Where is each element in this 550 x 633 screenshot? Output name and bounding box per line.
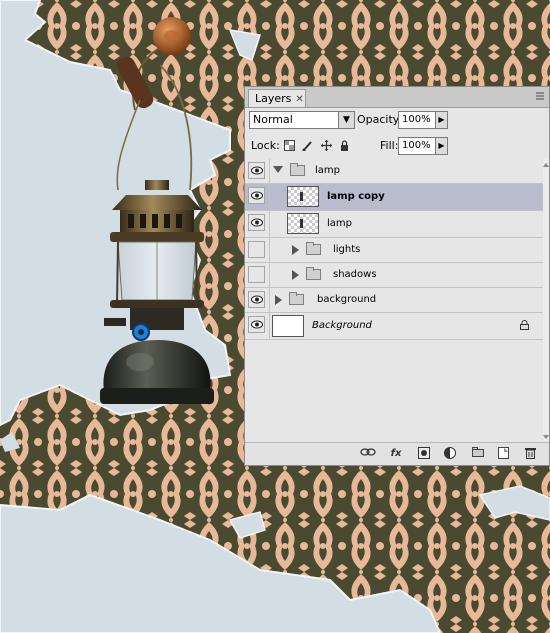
- layer-row-lights-group[interactable]: lights: [245, 238, 549, 263]
- layer-row-lamp-group[interactable]: lamp: [245, 159, 549, 184]
- folder-icon: [306, 242, 321, 255]
- new-group-icon[interactable]: [471, 447, 485, 461]
- folder-icon: [306, 267, 321, 280]
- layer-row-lamp-copy[interactable]: lamp copy: [245, 184, 549, 211]
- expand-arrow-icon[interactable]: [273, 166, 283, 173]
- blend-row: Normal ▼ Opacity: 100% ▶: [245, 108, 549, 132]
- folder-icon: [290, 163, 305, 176]
- layer-name: lights: [333, 244, 361, 255]
- layer-row-lamp[interactable]: lamp: [245, 211, 549, 238]
- eye-icon: [251, 320, 263, 329]
- layer-row-shadows-group[interactable]: shadows: [245, 263, 549, 288]
- lock-all-icon[interactable]: [339, 140, 351, 152]
- visibility-toggle[interactable]: [248, 214, 265, 231]
- close-icon[interactable]: ✕: [295, 94, 303, 105]
- layer-thumbnail: [272, 315, 304, 337]
- panel-menu-icon[interactable]: [535, 91, 545, 101]
- fill-arrow-button[interactable]: ▶: [435, 137, 448, 155]
- fx-icon[interactable]: fx: [387, 447, 405, 461]
- adjustment-icon[interactable]: [443, 447, 457, 461]
- layer-thumbnail: [287, 213, 319, 234]
- layer-thumbnail: [287, 186, 319, 207]
- layer-name: Background: [312, 320, 372, 331]
- tab-layers-label: Layers: [255, 92, 292, 105]
- link-icon[interactable]: [359, 447, 377, 461]
- opacity-arrow-button[interactable]: ▶: [435, 111, 448, 129]
- expand-arrow-icon[interactable]: [292, 245, 299, 255]
- layer-name: lamp: [327, 218, 352, 229]
- expand-arrow-icon[interactable]: [292, 270, 299, 280]
- layer-list-scrollbar[interactable]: [543, 159, 549, 443]
- blend-mode-select[interactable]: Normal ▼: [249, 111, 355, 129]
- layer-row-background[interactable]: Background: [245, 313, 549, 340]
- folder-icon: [289, 292, 304, 305]
- panel-bottom-bar: fx: [245, 442, 549, 465]
- lock-move-icon[interactable]: [320, 140, 332, 152]
- mask-icon[interactable]: [417, 447, 431, 461]
- layer-name: lamp: [315, 165, 340, 176]
- lock-label: Lock:: [251, 139, 280, 152]
- panel-tab-bar: Layers ✕: [245, 87, 549, 108]
- fill-label: Fill:: [380, 139, 399, 152]
- visibility-toggle[interactable]: [248, 162, 265, 179]
- eye-icon: [251, 166, 263, 175]
- eye-icon: [251, 295, 263, 304]
- opacity-input[interactable]: 100%: [398, 111, 436, 129]
- lock-brush-icon[interactable]: [302, 140, 314, 152]
- lock-icons: [283, 140, 354, 152]
- visibility-toggle[interactable]: [248, 291, 265, 308]
- trash-icon[interactable]: [523, 447, 537, 461]
- tab-layers[interactable]: Layers ✕: [248, 89, 306, 107]
- new-layer-icon[interactable]: [497, 447, 511, 461]
- chevron-down-icon: ▼: [338, 112, 354, 128]
- blend-mode-value: Normal: [253, 113, 293, 126]
- layer-row-background-group[interactable]: background: [245, 288, 549, 313]
- layer-list: lamp lamp copy lamp lights shadows backg…: [245, 159, 549, 340]
- opacity-label: Opacity:: [357, 113, 403, 126]
- eye-icon: [251, 218, 263, 227]
- layer-name: background: [317, 294, 377, 305]
- eye-icon: [251, 191, 263, 200]
- visibility-toggle[interactable]: [248, 266, 265, 283]
- fill-input[interactable]: 100%: [398, 137, 436, 155]
- visibility-toggle[interactable]: [248, 241, 265, 258]
- layer-name: shadows: [333, 269, 377, 280]
- layer-name: lamp copy: [327, 191, 385, 202]
- visibility-toggle[interactable]: [248, 187, 265, 204]
- visibility-toggle[interactable]: [248, 316, 265, 333]
- expand-arrow-icon[interactable]: [275, 295, 282, 305]
- layers-panel: Layers✕ Normal ▼ Opacity: 100% ▶ Lock:: [244, 86, 550, 466]
- lock-icon: [520, 320, 529, 330]
- lock-row: Lock: Fill: 100% ▶: [245, 134, 549, 158]
- lock-transparency-icon[interactable]: [283, 140, 295, 152]
